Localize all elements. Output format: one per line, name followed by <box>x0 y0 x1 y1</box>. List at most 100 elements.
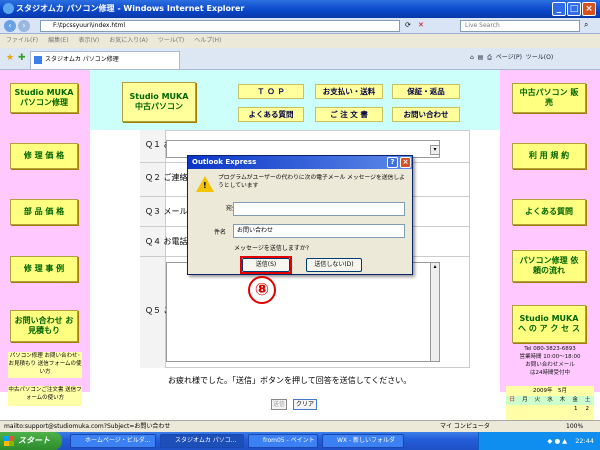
left-sidebar <box>0 70 90 392</box>
menu-tools[interactable]: ツール(T) <box>158 37 184 44</box>
taskbar: スタート ホームページ・ビルダ... スタジオムカ パソコ... from05 … <box>0 432 600 450</box>
window-title: スタジオムカ パソコン修理 - Windows Internet Explore… <box>16 4 245 13</box>
maximize-button[interactable]: □ <box>567 2 581 16</box>
contact-tel: Tel 080-3823-6893 <box>524 346 576 352</box>
menu-bar: ファイル(F) 編集(E) 表示(V) お気に入り(A) ツール(T) ヘルプ(… <box>0 34 600 48</box>
note-repair-form[interactable]: パソコン修理 お問い合わせ･お見積もり 送信フォームの使い方 <box>8 352 82 378</box>
print-icon[interactable]: ⎙ <box>487 54 492 61</box>
page-icon <box>34 56 42 64</box>
sidebar-item-access[interactable]: Studio MUKA へ の ア ク セ ス <box>512 305 586 343</box>
sidebar-item-label: お問い合わせ お見積もり <box>14 316 74 335</box>
start-button[interactable]: スタート <box>0 432 62 450</box>
weekday: 月 <box>522 397 528 403</box>
stop-icon[interactable]: ✕ <box>418 21 424 29</box>
warning-mark: ! <box>203 181 207 190</box>
weekday: 火 <box>534 397 541 403</box>
calendar-month: 2009年 5月 <box>533 388 567 394</box>
task-homepage-builder[interactable]: ホームページ・ビルダ... <box>70 434 156 448</box>
calendar-day: 1 <box>574 406 578 412</box>
dialog-close-icon[interactable]: × <box>400 157 411 168</box>
sidebar-item-flow[interactable]: パソコン修理 依頼の流れ <box>512 250 586 282</box>
nav-faq[interactable]: よくある質問 <box>238 107 304 122</box>
close-button[interactable]: × <box>582 2 596 16</box>
calendar-day: 2 <box>585 406 590 412</box>
subject-field: お問い合わせ <box>233 224 405 238</box>
question-textarea[interactable] <box>166 262 440 362</box>
step-number-badge: ⑧ <box>248 276 276 304</box>
weekday: 木 <box>559 397 566 403</box>
add-favorite-icon[interactable]: ✚ <box>18 53 26 63</box>
menu-edit[interactable]: 編集(E) <box>48 37 68 44</box>
tab-current[interactable]: スタジオムカ パソコン修理 <box>30 51 180 69</box>
do-not-send-button[interactable]: 送信しない(D) <box>306 258 362 272</box>
sidebar-item-faq[interactable]: よくある質問 <box>512 199 586 225</box>
minimize-button[interactable]: _ <box>552 2 566 16</box>
nav-contact[interactable]: お問い合わせ <box>392 107 460 122</box>
sidebar-item-repair-cases[interactable]: 修 理 事 例 <box>10 256 78 282</box>
back-icon[interactable]: ‹ <box>4 20 16 32</box>
dialog-question: メッセージを送信しますか? <box>234 245 310 252</box>
tab-bar: ★ ✚ スタジオムカ パソコン修理 ⌂ ▤ ⎙ ページ(P) ツール(O) <box>0 48 600 70</box>
home-icon[interactable]: ⌂ <box>470 54 474 61</box>
note-order-form[interactable]: 中古パソコンご注文書 送信フォームの使い方 <box>8 386 82 406</box>
nav-order[interactable]: ご 注 文 書 <box>315 107 383 122</box>
right-sidebar <box>500 70 600 392</box>
sidebar-item-estimate[interactable]: お問い合わせ お見積もり <box>10 310 78 342</box>
sidebar-item-terms[interactable]: 利 用 規 約 <box>512 143 586 169</box>
dialog-title: Outlook Express <box>192 158 257 166</box>
sidebar-item-repair[interactable]: Studio MUKA パソコン修理 <box>10 83 78 113</box>
nav-payment[interactable]: お支払い・送料 <box>315 84 383 99</box>
sidebar-item-label: 中古パソコン 販 売 <box>519 88 587 107</box>
nav-top[interactable]: Ｔ Ｏ Ｐ <box>238 84 304 99</box>
sidebar-item-used-pc[interactable]: 中古パソコン 販 売 <box>512 83 586 113</box>
menu-view[interactable]: 表示(V) <box>78 37 99 44</box>
system-tray: ◆ ● ▲ 22:44 <box>478 432 600 450</box>
task-paint[interactable]: from05 - ペイント <box>248 434 318 448</box>
address-bar: ‹ › F:\tpcssyuuri\index.html ⟳ ✕ Live Se… <box>0 18 600 34</box>
favorites-star-icon[interactable]: ★ <box>6 53 14 63</box>
to-field <box>233 202 405 216</box>
nav-warranty[interactable]: 保証・返品 <box>392 84 460 99</box>
form-instruction: お疲れ様でした。「送信」ボタンを押して回答を送信してください。 <box>168 376 412 385</box>
command-bar: ⌂ ▤ ⎙ ページ(P) ツール(O) <box>470 52 553 62</box>
dialog-message: プログラムがユーザーの代わりに次の電子メール メッセージを送信しようとしています <box>218 175 405 189</box>
sidebar-item-label: パソコン修理 依頼の流れ <box>519 256 579 275</box>
textarea-scrollbar[interactable]: ▴ <box>430 262 440 362</box>
contact-mail-hours: は24時間受付中 <box>530 370 570 376</box>
menu-help[interactable]: ヘルプ(H) <box>194 37 221 44</box>
scroll-down-icon[interactable]: ▾ <box>430 145 440 155</box>
contact-info: Tel 080-3823-6893 営業時間 10:00〜18:00 お問い合わ… <box>506 345 594 381</box>
start-label: スタート <box>18 436 50 445</box>
task-folder[interactable]: WX - 新しいフォルダ <box>322 434 404 448</box>
clock: 22:44 <box>575 437 594 445</box>
q3-label: Ｑ３ メール <box>145 207 188 216</box>
windows-logo-icon <box>4 436 14 446</box>
address-input[interactable]: F:\tpcssyuuri\index.html <box>40 20 400 32</box>
refresh-icon[interactable]: ⟳ <box>405 21 411 29</box>
clear-form-button[interactable]: クリア <box>293 399 317 410</box>
zoom-level[interactable]: 100% <box>566 421 583 432</box>
task-ie[interactable]: スタジオムカ パソコ... <box>160 434 244 448</box>
help-icon[interactable]: ? <box>387 157 398 168</box>
search-input[interactable]: Live Search <box>460 20 580 32</box>
sidebar-item-label: Studio MUKA へ の ア ク セ ス <box>518 314 580 333</box>
sidebar-item-parts-price[interactable]: 部 品 価 格 <box>10 199 78 225</box>
contact-mail: お問い合わせメール <box>525 362 575 368</box>
menu-favorites[interactable]: お気に入り(A) <box>109 37 148 44</box>
menu-file[interactable]: ファイル(F) <box>6 37 38 44</box>
send-form-button[interactable]: 送信 <box>271 399 287 410</box>
page-menu[interactable]: ページ(P) <box>496 54 522 61</box>
tools-menu[interactable]: ツール(O) <box>526 54 553 61</box>
zone-label: マイ コンピュータ <box>440 423 490 430</box>
question-number-column <box>140 130 166 368</box>
feeds-icon[interactable]: ▤ <box>478 54 484 61</box>
status-bar: mailto:support@studiomuka.com?Subject=お問… <box>0 420 600 432</box>
search-icon[interactable]: ⌕ <box>584 20 588 30</box>
site-logo[interactable]: Studio MUKA 中古パソコン <box>122 82 196 122</box>
weekday: 金 <box>572 397 578 403</box>
forward-icon[interactable]: › <box>18 20 30 32</box>
calendar-days: 1 2 <box>506 405 594 414</box>
weekday: 土 <box>584 397 591 403</box>
sidebar-item-repair-price[interactable]: 修 理 価 格 <box>10 143 78 169</box>
weekday: 水 <box>547 397 553 403</box>
